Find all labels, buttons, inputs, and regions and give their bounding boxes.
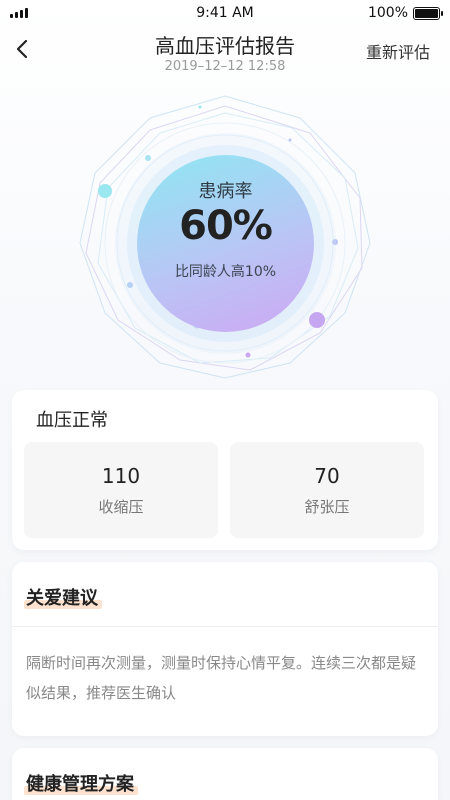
risk-circle: 患病率 60% 比同龄人高10% [137, 155, 314, 332]
risk-hero: 患病率 60% 比同龄人高10% [0, 88, 450, 383]
care-title: 关爱建议 [24, 584, 102, 610]
bubble-8 [198, 105, 202, 109]
plan-card[interactable]: 健康管理方案 [12, 748, 438, 800]
battery-icon [413, 7, 443, 20]
diastolic-box: 70 舒张压 [230, 442, 424, 538]
status-bar: 9:41 AM 100% [0, 0, 450, 26]
risk-value: 60% [179, 203, 273, 249]
bp-card: 血压正常 110 收缩压 70 舒张压 [12, 390, 438, 550]
risk-comparison: 比同龄人高10% [174, 264, 277, 280]
divider [12, 626, 438, 627]
bubble-6 [332, 239, 338, 245]
plan-title: 健康管理方案 [24, 770, 138, 796]
bubble-5 [309, 312, 325, 328]
reassess-button[interactable]: 重新评估 [366, 39, 430, 63]
care-title-text: 关爱建议 [26, 588, 98, 609]
diastolic-label: 舒张压 [304, 498, 350, 516]
bp-status-title: 血压正常 [36, 410, 108, 431]
systolic-label: 收缩压 [98, 498, 144, 516]
diastolic-value: 70 [314, 464, 340, 488]
battery-percent: 100% [367, 5, 408, 21]
care-card: 关爱建议 隔断时间再次测量，测量时保持心情平复。连续三次都是疑似结果，推荐医生确… [12, 562, 438, 736]
care-text: 隔断时间再次测量，测量时保持心情平复。连续三次都是疑似结果，推荐医生确认 [26, 654, 417, 702]
systolic-box: 110 收缩压 [24, 442, 218, 538]
risk-label: 患病率 [198, 181, 253, 202]
plan-title-text: 健康管理方案 [26, 774, 134, 795]
bubble-2 [145, 155, 151, 161]
bubble-3 [127, 282, 133, 288]
bubble-1 [98, 184, 112, 198]
bubble-7 [245, 352, 251, 358]
systolic-value: 110 [101, 464, 141, 488]
report-page: 9:41 AM 100% 高血压评估报告 2019–12–12 12:58 重新… [0, 0, 450, 800]
bubble-9 [288, 138, 292, 142]
battery-fill [415, 9, 438, 18]
nav-bar: 高血压评估报告 2019–12–12 12:58 重新评估 [0, 26, 450, 82]
